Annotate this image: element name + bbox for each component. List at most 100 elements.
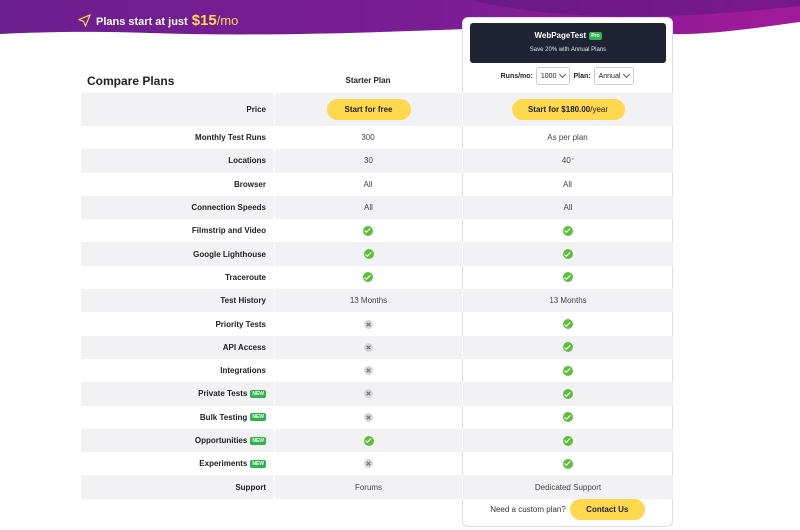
table-row: Connection Speeds All All xyxy=(81,195,673,220)
footnote-link[interactable]: * xyxy=(572,158,574,164)
pro-value: As per plan xyxy=(547,133,588,143)
feature-label: Price xyxy=(246,105,266,114)
cross-icon xyxy=(364,342,373,352)
check-icon xyxy=(562,319,573,330)
starter-cell xyxy=(274,428,462,453)
feature-label: Traceroute xyxy=(81,273,274,282)
pro-cell xyxy=(462,312,673,335)
page-title: Compare Plans xyxy=(87,74,175,88)
feature-name: Test History xyxy=(220,296,266,306)
pro-value: Dedicated Support xyxy=(534,482,602,492)
pro-cell xyxy=(462,266,673,289)
custom-plan-text: Need a custom plan? xyxy=(490,505,566,514)
promo-price: $15 xyxy=(191,12,217,29)
feature-label: Filmstrip and Video xyxy=(81,226,274,235)
table-row: Price Start for free Start for $180.00/y… xyxy=(81,93,673,126)
feature-rows: Monthly Test Runs 300 As per plan Locations… xyxy=(81,126,673,499)
pro-cell xyxy=(462,359,673,382)
check-icon xyxy=(363,435,374,446)
pro-cell xyxy=(462,335,673,359)
feature-label: Private Tests NEW xyxy=(81,389,274,398)
starter-plan-title: Starter Plan xyxy=(345,76,391,85)
pro-value: All xyxy=(563,179,572,189)
feature-label: Experiments NEW xyxy=(81,459,274,468)
cross-icon xyxy=(364,389,373,399)
starter-cell xyxy=(274,242,462,266)
pro-cell xyxy=(462,242,673,266)
table-row: API Access xyxy=(81,335,673,359)
feature-name: Private Tests xyxy=(198,389,248,399)
pro-plan-controls: Runs/mo: 1000 Plan: Annual xyxy=(462,67,673,85)
check-icon xyxy=(363,272,373,283)
new-badge: NEW xyxy=(250,436,266,445)
check-icon xyxy=(563,249,573,260)
cross-icon xyxy=(363,459,373,469)
pro-cell: 13 Months xyxy=(462,289,673,313)
check-icon xyxy=(562,225,573,236)
feature-name: Connection Speeds xyxy=(191,203,266,213)
table-row: Test History 13 Months 13 Months xyxy=(81,289,673,313)
starter-cell: All xyxy=(274,173,462,196)
check-icon xyxy=(563,342,573,353)
pro-cell: Dedicated Support xyxy=(462,475,673,499)
promo-banner: Plans start at just $15 /mo xyxy=(78,12,238,29)
runs-label: Runs/mo: xyxy=(500,72,533,80)
pro-cell: 40 * xyxy=(462,149,673,173)
table-row: Browser All All xyxy=(81,173,673,196)
chevron-down-icon xyxy=(623,70,631,79)
pro-plan-header: WebPageTest Pro Save 20% with Annual Pla… xyxy=(470,23,666,63)
pro-plan-name: WebPageTest xyxy=(534,31,587,40)
table-row: Filmstrip and Video xyxy=(81,219,673,242)
feature-label: Google Lighthouse xyxy=(81,250,274,259)
starter-cell xyxy=(274,406,462,429)
pro-cell xyxy=(462,219,673,242)
feature-label: Opportunities NEW xyxy=(81,436,274,445)
pro-plan-name-row: WebPageTest Pro xyxy=(534,31,602,40)
new-badge: NEW xyxy=(250,413,266,422)
table-row: Support Forums Dedicated Support xyxy=(81,475,673,499)
table-row: Opportunities NEW xyxy=(81,428,673,453)
feature-name: Monthly Test Runs xyxy=(195,133,266,143)
pro-value: 40 xyxy=(561,156,571,166)
starter-value: 300 xyxy=(361,133,375,143)
pro-cta-price: Start for $180.00 xyxy=(527,105,591,114)
pro-cell xyxy=(462,382,673,406)
starter-cell: Forums xyxy=(274,475,462,499)
starter-value: All xyxy=(364,203,373,213)
starter-value: All xyxy=(363,179,373,189)
chevron-down-icon xyxy=(559,70,567,79)
cross-icon xyxy=(363,412,373,422)
feature-name: Support xyxy=(235,482,266,492)
feature-name: Integrations xyxy=(220,366,266,376)
feature-label: API Access xyxy=(81,343,274,352)
pro-price-cell: Start for $180.00/year xyxy=(462,93,673,126)
table-row: Traceroute xyxy=(81,266,673,289)
check-icon xyxy=(562,412,573,423)
starter-cell: 30 xyxy=(274,149,462,173)
runs-select-value: 1000 xyxy=(540,72,557,80)
new-badge: NEW xyxy=(250,459,266,468)
feature-name: Experiments xyxy=(199,459,248,469)
pro-cell: All xyxy=(462,173,673,196)
pro-value: 13 Months xyxy=(549,296,587,306)
hero-wave-background xyxy=(0,0,800,35)
starter-price-cell: Start for free xyxy=(274,93,462,126)
contact-us-button[interactable]: Contact Us xyxy=(569,499,645,520)
annual-savings-note: Save 20% with Annual Plans xyxy=(529,47,607,53)
table-row: Google Lighthouse xyxy=(81,242,673,266)
feature-name: Traceroute xyxy=(225,272,266,282)
start-free-button[interactable]: Start for free xyxy=(326,99,411,120)
comparison-table: Price Start for free Start for $180.00/y… xyxy=(81,93,673,499)
runs-select[interactable]: 1000 xyxy=(535,67,571,85)
pro-cta-period: /year xyxy=(590,105,609,114)
feature-label: Connection Speeds xyxy=(81,203,274,212)
pro-cell xyxy=(462,428,673,453)
promo-period: /mo xyxy=(216,13,239,28)
starter-cell xyxy=(274,452,462,475)
start-pro-button[interactable]: Start for $180.00/year xyxy=(511,99,625,120)
plan-select[interactable]: Annual xyxy=(593,67,635,85)
cross-icon xyxy=(363,319,373,329)
cross-icon xyxy=(363,366,373,376)
check-icon xyxy=(563,435,573,446)
hero-banner xyxy=(0,0,800,60)
